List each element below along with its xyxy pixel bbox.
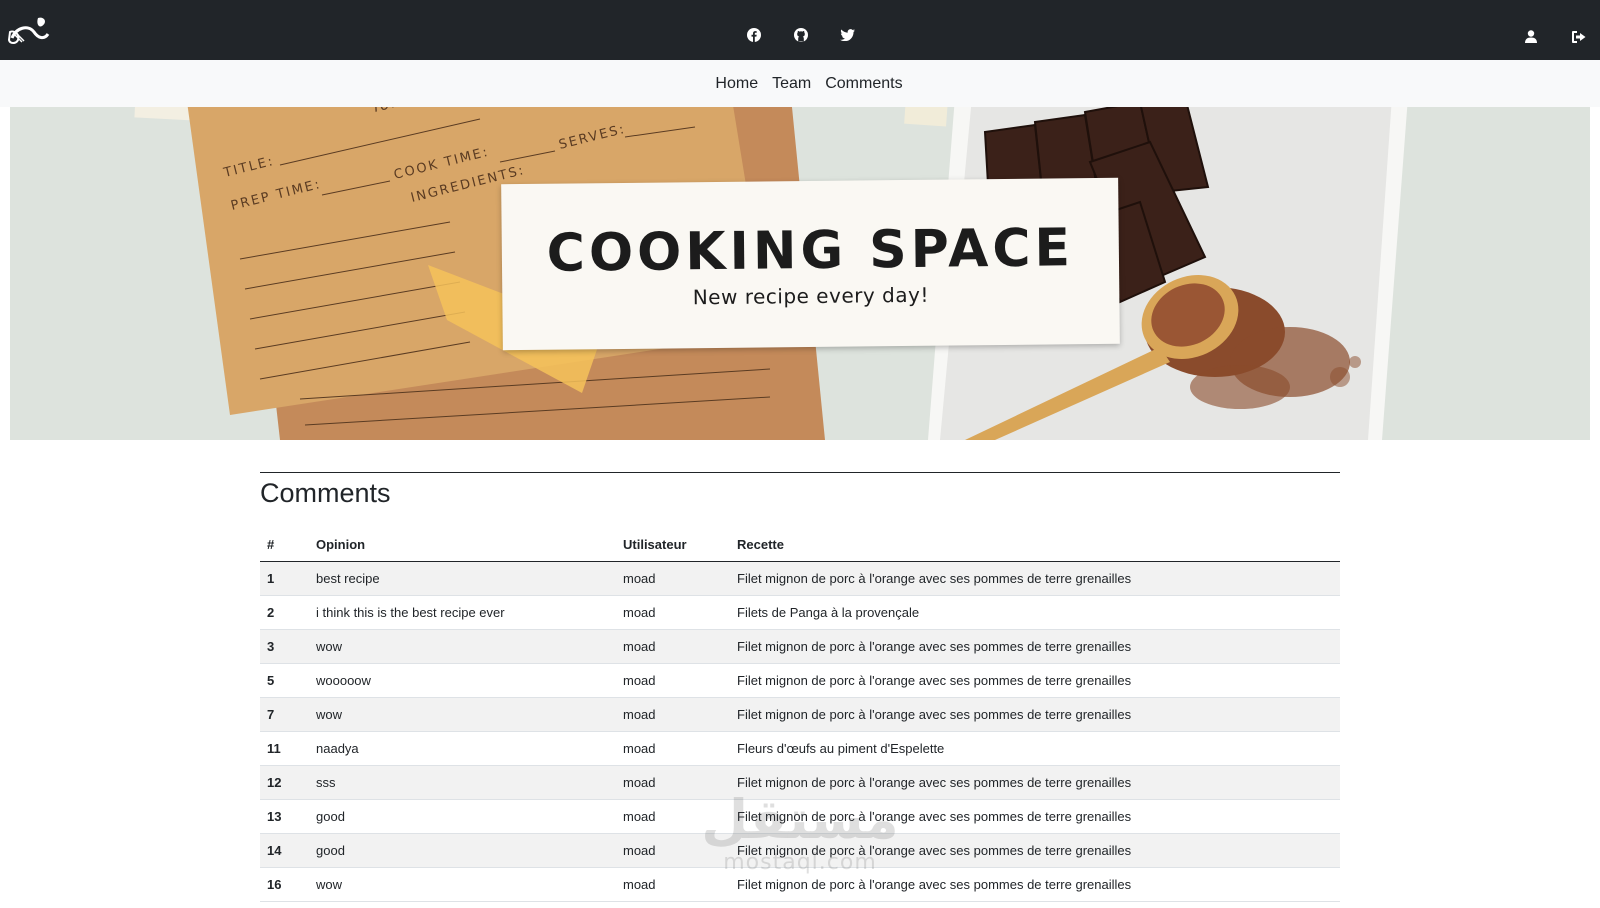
cell-user: moad	[616, 833, 730, 868]
logo-icon[interactable]	[6, 14, 50, 46]
hero-banner: lorem TITLE: PREP TIME: COOK TIME: SERVE…	[10, 107, 1590, 440]
cell-number: 11	[260, 731, 309, 766]
cell-user: moad	[616, 799, 730, 834]
nav-home[interactable]: Home	[715, 75, 758, 93]
hero-title-card: COOKING SPACE New recipe every day!	[501, 177, 1120, 351]
section-divider	[260, 472, 1340, 473]
cell-user: moad	[616, 561, 730, 596]
github-icon[interactable]	[792, 26, 810, 44]
hero-title: COOKING SPACE	[546, 218, 1075, 284]
nav-team[interactable]: Team	[772, 75, 811, 93]
table-row: 1 best recipe moad Filet mignon de porc à l…	[260, 561, 1340, 596]
cell-user: moad	[616, 663, 730, 698]
cell-opinion: wooooow	[309, 663, 616, 698]
comments-heading: Comments	[260, 478, 391, 508]
cell-recipe: Filet mignon de porc à l'orange avec ses…	[730, 833, 1340, 868]
cell-number: 16	[260, 867, 309, 902]
cell-user: moad	[616, 765, 730, 800]
cell-number: 1	[260, 561, 309, 596]
top-bar	[0, 0, 1600, 60]
cell-opinion: naadya	[309, 731, 616, 766]
col-header-number: #	[260, 527, 309, 562]
cell-user: moad	[616, 731, 730, 766]
cell-user: moad	[616, 629, 730, 664]
table-row: 12 sss moad Filet mignon de porc à l'orange…	[260, 765, 1340, 800]
cell-opinion: wow	[309, 867, 616, 902]
cell-recipe: Filet mignon de porc à l'orange avec ses…	[730, 867, 1340, 902]
user-icon[interactable]	[1525, 28, 1541, 44]
cell-number: 12	[260, 765, 309, 800]
table-row: 16 wow moad Filet mignon de porc à l'orange…	[260, 867, 1340, 902]
cell-number: 14	[260, 833, 309, 868]
col-header-recipe: Recette	[730, 527, 1340, 562]
cell-opinion: good	[309, 833, 616, 868]
nav-comments[interactable]: Comments	[825, 75, 902, 93]
facebook-icon[interactable]	[745, 26, 763, 44]
cell-recipe: Filet mignon de porc à l'orange avec ses…	[730, 663, 1340, 698]
cell-recipe: Filet mignon de porc à l'orange avec ses…	[730, 697, 1340, 732]
logout-icon[interactable]	[1572, 28, 1588, 44]
cell-recipe: Filets de Panga à la provençale	[730, 595, 1340, 630]
comments-section: Comments # Opinion Utilisateur Recette 1…	[260, 472, 1340, 902]
table-row: 7 wow moad Filet mignon de porc à l'orange …	[260, 697, 1340, 732]
cell-opinion: good	[309, 799, 616, 834]
comments-table: # Opinion Utilisateur Recette 1 best reci…	[260, 527, 1340, 902]
cell-opinion: sss	[309, 765, 616, 800]
col-header-opinion: Opinion	[309, 527, 616, 562]
table-row: 2i think this is the best recipe ever moa…	[260, 595, 1340, 630]
cell-opinion: best recipe	[309, 561, 616, 596]
cell-recipe: Filet mignon de porc à l'orange avec ses…	[730, 629, 1340, 664]
col-header-user: Utilisateur	[616, 527, 730, 562]
cell-recipe: Filet mignon de porc à l'orange avec ses…	[730, 561, 1340, 596]
twitter-icon[interactable]	[838, 26, 856, 44]
cell-opinion: wow	[309, 629, 616, 664]
cell-number: 5	[260, 663, 309, 698]
cell-user: moad	[616, 697, 730, 732]
cell-number: 13	[260, 799, 309, 834]
table-row: 11 naadya moad Fleurs d'œufs au piment d'Es…	[260, 731, 1340, 766]
cell-recipe: Filet mignon de porc à l'orange avec ses…	[730, 799, 1340, 834]
cell-recipe: Fleurs d'œufs au piment d'Espelette	[730, 731, 1340, 766]
cell-recipe: Filet mignon de porc à l'orange avec ses…	[730, 765, 1340, 800]
cell-number: 7	[260, 697, 309, 732]
cell-opinion: i think this is the best recipe ever	[309, 595, 616, 630]
cell-user: moad	[616, 867, 730, 902]
table-row: 14 good moad Filet mignon de porc à l'orang…	[260, 833, 1340, 868]
table-row: 5 wooooow moad Filet mignon de porc à l'ora…	[260, 663, 1340, 698]
table-row: 13 good moad Filet mignon de porc à l'orang…	[260, 799, 1340, 834]
hero-subtitle: New recipe every day!	[692, 282, 930, 310]
table-row: 3 wow moad Filet mignon de porc à l'orange …	[260, 629, 1340, 664]
cell-number: 2	[260, 595, 309, 630]
nav-bar: Home Team Comments	[0, 60, 1600, 107]
cell-user: moad	[616, 595, 730, 630]
table-header-row: # Opinion Utilisateur Recette	[260, 527, 1340, 562]
cell-opinion: wow	[309, 697, 616, 732]
cell-number: 3	[260, 629, 309, 664]
